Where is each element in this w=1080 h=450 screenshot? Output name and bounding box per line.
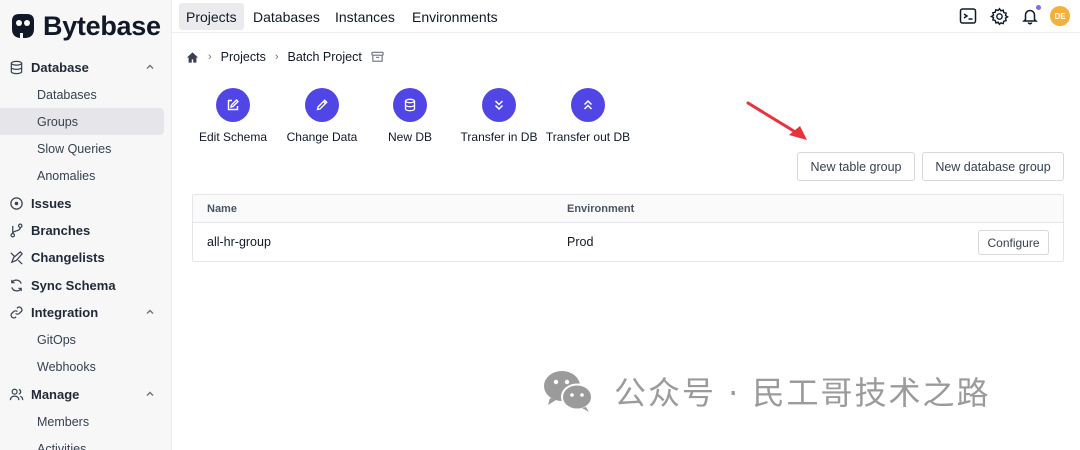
pencil-icon (305, 88, 339, 122)
sidebar: Bytebase Database Databases Groups Slow … (0, 0, 172, 450)
chevrons-up-icon (571, 88, 605, 122)
breadcrumb: › Projects › Batch Project (186, 47, 384, 67)
sidebar-item-issues[interactable]: Issues (0, 190, 171, 217)
brand-name: Bytebase (43, 10, 161, 41)
integration-icon (8, 305, 24, 321)
sidebar-item-groups[interactable]: Groups (0, 108, 164, 135)
terminal-icon[interactable] (958, 6, 978, 26)
sidebar-group-database[interactable]: Database (0, 54, 171, 81)
groups-table: Name Environment all-hr-group Prod Confi… (192, 194, 1064, 262)
top-navigation-bar: Projects Databases Instances Environment… (172, 0, 1080, 33)
breadcrumb-current-project: Batch Project (287, 50, 362, 64)
sidebar-item-branches[interactable]: Branches (0, 217, 171, 244)
avatar[interactable]: DE (1050, 6, 1070, 26)
action-transfer-in-db[interactable]: Transfer in DB (454, 88, 544, 148)
new-database-group-button[interactable]: New database group (922, 152, 1064, 181)
watermark: 公众号 · 民工哥技术之路 (542, 368, 991, 414)
cell-group-name: all-hr-group (207, 235, 271, 249)
cell-environment: Prod (567, 235, 594, 249)
tab-projects[interactable]: Projects (179, 3, 244, 30)
home-icon[interactable] (186, 51, 199, 64)
column-header-name: Name (207, 203, 237, 215)
action-transfer-out-db[interactable]: Transfer out DB (543, 88, 633, 148)
chevron-right-icon: › (208, 51, 212, 63)
table-header: Name Environment (193, 195, 1063, 223)
sidebar-item-databases[interactable]: Databases (0, 81, 171, 108)
annotation-arrow (746, 101, 807, 140)
tab-environments[interactable]: Environments (405, 3, 505, 30)
sidebar-group-label: Manage (31, 387, 80, 402)
sidebar-group-label: Database (31, 60, 89, 75)
action-label: Change Data (286, 130, 358, 144)
sidebar-item-webhooks[interactable]: Webhooks (0, 353, 171, 380)
sidebar-item-gitops[interactable]: GitOps (0, 326, 171, 353)
watermark-text: 公众号 · 民工哥技术之路 (614, 374, 991, 412)
gear-icon[interactable] (989, 6, 1009, 26)
sync-icon (8, 278, 24, 294)
action-label: New DB (387, 130, 432, 144)
configure-button[interactable]: Configure (978, 230, 1049, 255)
users-icon (8, 387, 24, 403)
sidebar-item-changelists[interactable]: Changelists (0, 244, 171, 271)
new-table-group-button[interactable]: New table group (797, 152, 915, 181)
issues-icon (8, 196, 24, 212)
sidebar-item-label: Branches (31, 223, 91, 238)
branch-icon (8, 223, 24, 239)
sidebar-group-manage[interactable]: Manage (0, 381, 171, 408)
database-icon (8, 60, 24, 76)
action-change-data[interactable]: Change Data (277, 88, 367, 148)
action-label: Transfer out DB (545, 130, 631, 144)
chevron-up-icon (146, 64, 154, 69)
sidebar-group-label: Integration (31, 305, 99, 320)
action-label: Transfer in DB (460, 130, 538, 144)
chevron-up-icon (146, 309, 154, 314)
sidebar-item-slow-queries[interactable]: Slow Queries (0, 135, 171, 162)
chevrons-down-icon (482, 88, 516, 122)
sidebar-item-label: Changelists (31, 250, 105, 265)
action-label: Edit Schema (198, 130, 268, 144)
sidebar-item-activities[interactable]: Activities (0, 435, 171, 450)
action-new-db[interactable]: New DB (365, 88, 455, 148)
sidebar-item-label: Sync Schema (31, 278, 116, 293)
sidebar-item-anomalies[interactable]: Anomalies (0, 162, 171, 189)
sidebar-item-members[interactable]: Members (0, 408, 171, 435)
action-edit-schema[interactable]: Edit Schema (188, 88, 278, 148)
bytebase-logo-icon (8, 11, 38, 41)
chevron-right-icon: › (274, 51, 279, 63)
sidebar-item-sync-schema[interactable]: Sync Schema (0, 272, 171, 299)
sidebar-item-label: Issues (31, 196, 72, 211)
brand-logo[interactable]: Bytebase (8, 8, 161, 44)
notification-dot (1036, 5, 1041, 10)
wechat-logo-icon (542, 369, 594, 413)
archive-icon[interactable] (371, 51, 384, 63)
sidebar-group-integration[interactable]: Integration (0, 299, 171, 326)
tab-instances[interactable]: Instances (328, 3, 402, 30)
chevron-up-icon (146, 391, 154, 396)
tab-databases[interactable]: Databases (246, 3, 327, 30)
bell-icon[interactable] (1020, 5, 1041, 26)
edit-schema-icon (216, 88, 250, 122)
changelist-icon (8, 250, 24, 266)
breadcrumb-projects[interactable]: Projects (221, 50, 266, 64)
database-icon (393, 88, 427, 122)
table-row[interactable]: all-hr-group Prod Configure (193, 223, 1063, 261)
column-header-environment: Environment (567, 203, 635, 215)
